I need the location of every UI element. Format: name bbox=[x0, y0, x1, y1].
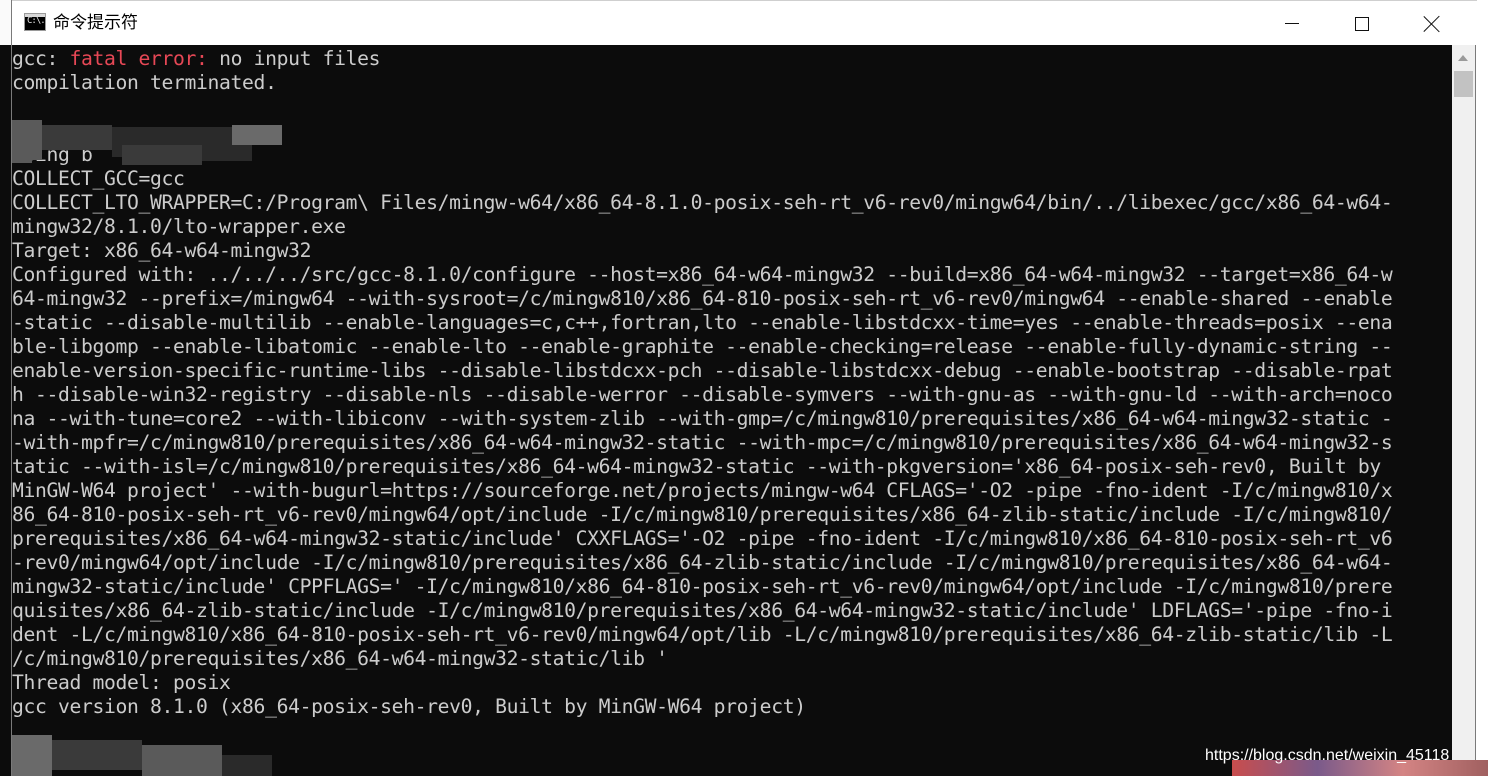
watermark: https://blog.csdn.net/weixin_45118 bbox=[1205, 747, 1450, 764]
console-line: enable-version-specific-runtime-libs --d… bbox=[12, 359, 1393, 382]
console-line: compilation terminated. bbox=[12, 71, 277, 94]
console-line: gcc: fatal error: no input files bbox=[12, 47, 1452, 71]
console-line: 64-mingw32 --prefix=/mingw64 --with-sysr… bbox=[12, 287, 1393, 310]
minimize-icon bbox=[1285, 23, 1299, 24]
screen: C:\. 命令提示符 gcc: fatal error: no input fi… bbox=[0, 0, 1488, 776]
console-line: h --disable-win32-registry --disable-nls… bbox=[12, 383, 1393, 406]
close-button[interactable] bbox=[1397, 1, 1467, 46]
background-page-right-edge bbox=[1476, 0, 1488, 776]
redaction-block bbox=[52, 740, 142, 770]
scroll-up-arrow-icon[interactable] bbox=[1458, 55, 1468, 61]
vertical-scrollbar[interactable] bbox=[1452, 45, 1475, 776]
console-line: COLLECT_LTO_WRAPPER=C:/Program\ Files/mi… bbox=[12, 191, 1393, 214]
console-line: tatic --with-isl=/c/mingw810/prerequisit… bbox=[12, 455, 1381, 478]
console-line: na --with-tune=core2 --with-libiconv --w… bbox=[12, 407, 1393, 430]
console-line: MinGW-W64 project' --with-bugurl=https:/… bbox=[12, 479, 1393, 502]
console-line: mingw32-static/include' CPPFLAGS=' -I/c/… bbox=[12, 575, 1393, 598]
cmd-app-icon-label: C:\. bbox=[27, 16, 46, 26]
window-title: 命令提示符 bbox=[53, 13, 138, 33]
console-line: COLLECT_GCC=gcc bbox=[12, 167, 185, 190]
command-prompt-window: C:\. 命令提示符 gcc: fatal error: no input fi… bbox=[11, 0, 1477, 776]
redaction-block bbox=[202, 145, 252, 161]
redaction-block bbox=[12, 145, 32, 163]
maximize-icon bbox=[1355, 16, 1369, 31]
console-line-suffix: no input files bbox=[207, 47, 381, 70]
console-output[interactable]: gcc: fatal error: no input files compilat… bbox=[12, 45, 1452, 776]
console-line: gcc version 8.1.0 (x86_64-posix-seh-rev0… bbox=[12, 695, 806, 718]
console-line: dent -L/c/mingw810/x86_64-810-posix-seh-… bbox=[12, 623, 1393, 646]
console-line: ble-libgomp --enable-libatomic --enable-… bbox=[12, 335, 1393, 358]
console-error-label: fatal error: bbox=[69, 47, 208, 70]
console-line-prefix: gcc: bbox=[12, 47, 70, 70]
console-line: 86_64-810-posix-seh-rt_v6-rev0/mingw64/o… bbox=[12, 503, 1393, 526]
maximize-button[interactable] bbox=[1327, 1, 1397, 46]
minimize-button[interactable] bbox=[1257, 1, 1327, 46]
redaction-block bbox=[142, 745, 222, 776]
console-line: mingw32/8.1.0/lto-wrapper.exe bbox=[12, 215, 346, 238]
redaction-block bbox=[122, 145, 202, 165]
cmd-app-icon[interactable]: C:\. bbox=[24, 13, 46, 31]
console-line: /c/mingw810/prerequisites/x86_64-w64-min… bbox=[12, 647, 668, 670]
redaction-block bbox=[232, 125, 282, 145]
console-line: prerequisites/x86_64-w64-mingw32-static/… bbox=[12, 527, 1393, 550]
scroll-thumb[interactable] bbox=[1454, 71, 1473, 97]
console-line: -static --disable-multilib --enable-lang… bbox=[12, 311, 1393, 334]
redaction-block bbox=[42, 125, 112, 150]
console-line: Target: x86_64-w64-mingw32 bbox=[12, 239, 312, 262]
console-line: quisites/x86_64-zlib-static/include -I/c… bbox=[12, 599, 1393, 622]
title-bar[interactable]: C:\. 命令提示符 bbox=[12, 0, 1477, 45]
console-line: -rev0/mingw64/opt/include -I/c/mingw810/… bbox=[12, 551, 1393, 574]
redaction-block bbox=[222, 755, 272, 776]
redaction-block bbox=[12, 735, 52, 776]
console-line: -with-mpfr=/c/mingw810/prerequisites/x86… bbox=[12, 431, 1393, 454]
background-window-left-edge bbox=[0, 45, 11, 776]
console-line: Configured with: ../../../src/gcc-8.1.0/… bbox=[12, 263, 1393, 286]
console-line: Thread model: posix bbox=[12, 671, 231, 694]
close-icon bbox=[1423, 15, 1441, 33]
